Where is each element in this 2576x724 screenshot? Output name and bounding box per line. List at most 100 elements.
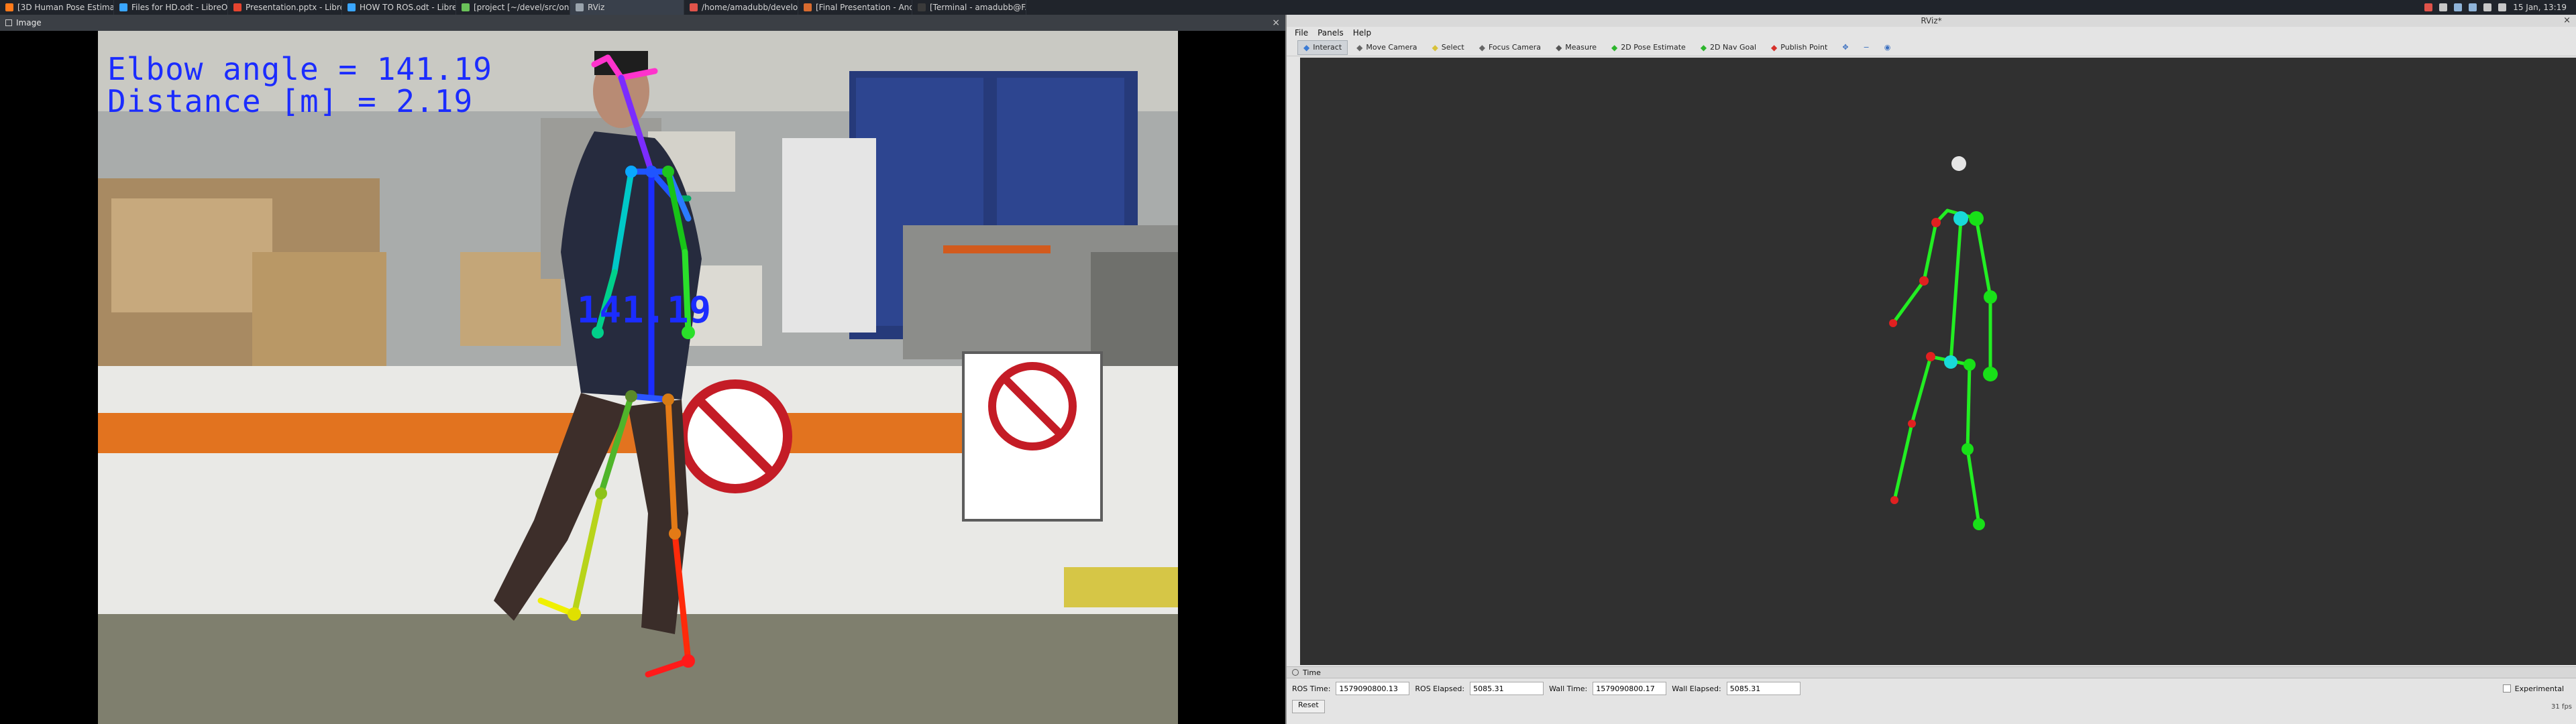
minus-icon[interactable]: − [1858,40,1876,55]
elbow-angle-label: 141.19 [577,289,712,331]
ros-time-label: ROS Time: [1292,684,1331,693]
tool-focus-camera[interactable]: ◆ Focus Camera [1473,40,1547,55]
camera-canvas: Elbow angle = 141.19 Distance [m] = 2.19… [0,31,1285,724]
taskbar-task[interactable]: [3D Human Pose Estima... [0,0,114,15]
ros-time-field[interactable] [1336,682,1410,695]
mail-icon[interactable] [2424,3,2433,11]
rviz-title: RViz* [1921,16,1942,25]
wall-elapsed-field[interactable] [1726,682,1801,695]
joint-marker [1969,211,1984,226]
network-icon[interactable] [2454,3,2463,11]
taskbar-task-label: [3D Human Pose Estima... [17,3,114,12]
move-camera-icon: ◆ [1356,42,1363,52]
menu-help[interactable]: Help [1353,28,1371,38]
clock-icon [1292,669,1299,676]
taskbar-task[interactable]: /home/amadubb/develo... [684,0,798,15]
elbow-angle-text: Elbow angle = 141.19 [107,51,492,87]
close-icon[interactable]: × [2563,15,2571,27]
app-icon [690,3,698,11]
joint-marker [1908,420,1916,428]
joint-marker [1944,355,1957,369]
taskbar-task-label: [Final Presentation - And... [816,3,912,12]
rviz-window: RViz* × File Panels Help ◆ Interact ◆ Move … [1285,15,2576,724]
taskbar-task-label: Presentation.pptx - Libre... [246,3,342,12]
taskbar-task[interactable]: HOW TO ROS.odt - Libre... [342,0,456,15]
taskbar-task[interactable]: Files for HD.odt - LibreOf... [114,0,228,15]
tool-select[interactable]: ◆ Select [1426,40,1470,55]
app-icon [233,3,241,11]
rviz-toolbar: ◆ Interact ◆ Move Camera ◆ Select ◆ Focus Camer… [1287,39,2576,56]
taskbar-task-label: Files for HD.odt - LibreOf... [131,3,228,12]
rviz-3d-view[interactable] [1300,58,2576,665]
tool-move-camera[interactable]: ◆ Move Camera [1350,40,1423,55]
fps-counter: 31 fps [2551,703,2572,711]
taskbar-task-label: [project [~/devel/src/ond... [474,3,570,12]
battery-icon[interactable] [2483,3,2492,11]
ros-elapsed-field[interactable] [1470,682,1544,695]
reset-button[interactable]: Reset [1292,700,1325,713]
bell-icon[interactable] [2439,3,2448,11]
bluetooth-icon[interactable] [2469,3,2477,11]
tool-label: 2D Nav Goal [1710,43,1757,52]
app-icon [119,3,127,11]
joint-marker [1889,319,1897,327]
taskbar-task-label: /home/amadubb/develo... [702,3,798,12]
volume-icon[interactable] [2498,3,2507,11]
image-window-titlebar[interactable]: Image × [0,15,1285,31]
tool-label: Move Camera [1366,43,1417,52]
rviz-background [1300,58,2576,665]
pose-estimate-icon: ◆ [1611,42,1618,52]
taskbar-task-label: HOW TO ROS.odt - Libre... [360,3,456,12]
move-icon[interactable]: ✥ [1836,40,1854,55]
taskbar-task[interactable]: [Final Presentation - And... [798,0,912,15]
image-window-title: Image [16,18,42,27]
app-icon [347,3,356,11]
tool-nav-goal[interactable]: ◆ 2D Nav Goal [1695,40,1762,55]
joint-marker [1962,443,1974,455]
joint-marker [1926,352,1935,361]
joint-marker [1919,276,1929,286]
interact-icon: ◆ [1303,42,1310,52]
time-panel: Time ROS Time: ROS Elapsed: Wall Time: W… [1287,666,2576,724]
publish-point-icon: ◆ [1771,42,1778,52]
distance-text: Distance [m] = 2.19 [107,83,474,119]
tool-label: Select [1441,43,1464,52]
ros-elapsed-label: ROS Elapsed: [1415,684,1465,693]
joint-marker [1953,211,1968,226]
tool-label: Measure [1565,43,1597,52]
taskbar-task[interactable]: [project [~/devel/src/ond... [456,0,570,15]
system-tray: 15 Jan, 13:19 [2415,0,2576,15]
camera-scene [98,31,1178,724]
taskbar-task[interactable]: Presentation.pptx - Libre... [228,0,342,15]
clock[interactable]: 15 Jan, 13:19 [2513,3,2567,12]
tool-label: Interact [1313,43,1342,52]
taskbar-task-label: [Terminal - amadubb@F... [930,3,1026,12]
time-panel-title: Time [1303,668,1321,677]
nav-goal-icon: ◆ [1700,42,1707,52]
joint-marker [1973,518,1985,530]
experimental-toggle[interactable]: Experimental [2502,684,2576,693]
app-icon [576,3,584,11]
menu-panels[interactable]: Panels [1318,28,1344,38]
tool-measure[interactable]: ◆ Measure [1550,40,1603,55]
head-joint [1951,156,1966,171]
taskbar-task-label: RViz [588,3,605,12]
app-icon [5,3,13,11]
experimental-checkbox[interactable] [2502,684,2511,692]
eye-icon[interactable]: ◉ [1878,40,1897,55]
tool-publish-point[interactable]: ◆ Publish Point [1765,40,1833,55]
wall-time-field[interactable] [1593,682,1667,695]
taskbar-task[interactable]: [Terminal - amadubb@F... [912,0,1026,15]
tool-pose-estimate[interactable]: ◆ 2D Pose Estimate [1605,40,1692,55]
menu-file[interactable]: File [1295,28,1308,38]
reset-row: Reset 31 fps [1287,699,2576,715]
tool-interact[interactable]: ◆ Interact [1297,40,1348,55]
image-window: Image × Elbow angle = 141.19 Distance [m… [0,15,1285,724]
rviz-titlebar[interactable]: RViz* × [1287,15,2576,27]
wall-elapsed-label: Wall Elapsed: [1672,684,1721,693]
taskbar: [3D Human Pose Estima... Files for HD.odt… [0,0,2576,15]
tool-label: Focus Camera [1488,43,1542,52]
taskbar-task[interactable]: RViz [570,0,684,15]
joint-marker [1964,359,1976,371]
close-icon[interactable]: × [1272,17,1280,28]
